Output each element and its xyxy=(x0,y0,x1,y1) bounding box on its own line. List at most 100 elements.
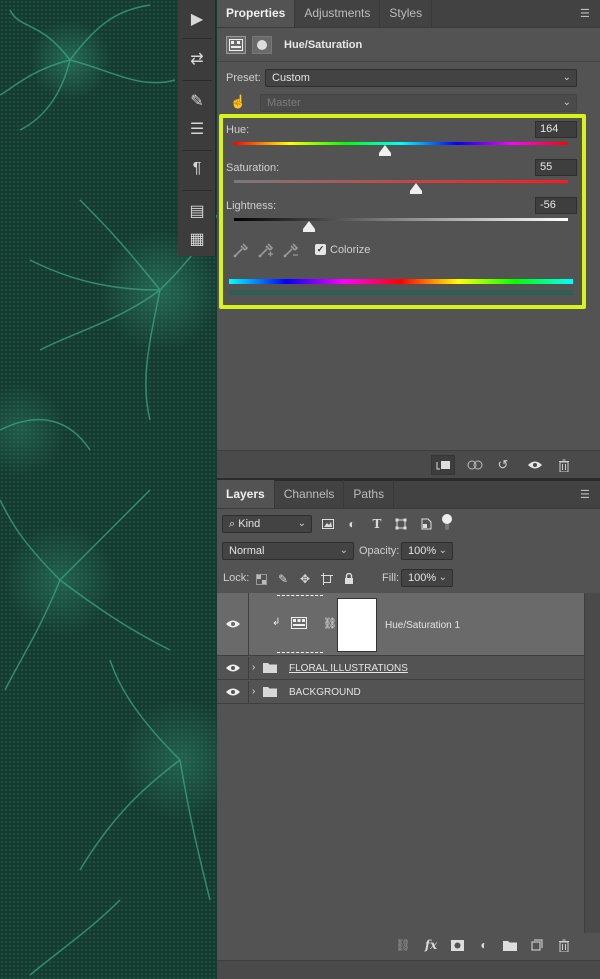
mask-icon[interactable] xyxy=(252,35,272,54)
preset-value: Custom xyxy=(272,72,310,84)
opacity-value: 100% xyxy=(408,545,437,557)
layers-footer: ⛓ fx ◐ xyxy=(217,933,600,957)
filter-shape-icon[interactable] xyxy=(393,516,409,532)
chevron-down-icon: ⌄ xyxy=(297,518,306,529)
colorize-checkbox[interactable]: ✓ xyxy=(315,244,326,255)
hue-saturation-layer-icon xyxy=(291,617,307,632)
layer-row-background[interactable]: › BACKGROUND xyxy=(217,681,584,704)
swap-icon[interactable]: ⇄ xyxy=(186,48,208,70)
hue-saturation-icon xyxy=(229,38,243,51)
fx-layer-style-icon[interactable]: fx xyxy=(423,937,439,953)
divider xyxy=(182,80,212,81)
brush-presets-icon[interactable]: ✎ xyxy=(186,90,208,112)
properties-footer: ↺ xyxy=(217,450,600,478)
chevron-right-icon[interactable]: › xyxy=(252,662,255,673)
saturation-label: Saturation: xyxy=(226,162,280,174)
saturation-slider-track[interactable] xyxy=(234,180,568,183)
channel-select[interactable]: Master ⌄ xyxy=(260,94,577,112)
new-layer-icon[interactable] xyxy=(529,937,545,953)
preset-select[interactable]: Custom ⌄ xyxy=(265,69,577,87)
panel-menu-icon[interactable]: ☰ xyxy=(580,490,592,501)
hue-label: Hue: xyxy=(226,124,250,136)
chevron-down-icon: ⌄ xyxy=(438,572,447,583)
chevron-down-icon: ⌄ xyxy=(339,545,348,556)
tab-styles[interactable]: Styles xyxy=(380,0,433,27)
visibility-eye-icon[interactable] xyxy=(225,687,241,699)
visibility-eye-icon[interactable] xyxy=(225,663,241,675)
lightness-slider-track[interactable] xyxy=(234,218,568,221)
filter-toggle-switch[interactable] xyxy=(442,514,452,532)
output-color-bar xyxy=(229,290,573,295)
filter-kind-select[interactable]: ⌕ Kind ⌄ xyxy=(222,515,312,533)
layer-mask-thumbnail[interactable] xyxy=(337,598,377,652)
lightness-input[interactable]: -56 xyxy=(535,197,577,214)
saturation-input[interactable]: 55 xyxy=(535,159,577,176)
tab-channels[interactable]: Channels xyxy=(275,480,345,508)
chevron-right-icon[interactable]: › xyxy=(252,686,255,697)
adjustments-icon[interactable]: ☰ xyxy=(186,118,208,140)
reset-icon[interactable]: ↺ xyxy=(491,455,515,475)
play-icon[interactable]: ▶ xyxy=(186,8,208,30)
tab-properties[interactable]: Properties xyxy=(217,0,296,27)
divider xyxy=(248,657,249,679)
divider xyxy=(182,150,212,151)
eyedropper-subtract-icon[interactable] xyxy=(281,241,299,259)
lock-transparent-pixels-icon[interactable] xyxy=(253,571,269,587)
clipping-arrow-icon: ↲ xyxy=(272,617,281,628)
lock-all-icon[interactable] xyxy=(341,571,357,587)
search-icon: ⌕ xyxy=(229,518,236,530)
opacity-field[interactable]: 100% ⌄ xyxy=(401,542,453,560)
tab-adjustments[interactable]: Adjustments xyxy=(295,0,381,27)
layer-name[interactable]: BACKGROUND xyxy=(289,687,361,698)
preset-label: Preset: xyxy=(226,72,261,84)
filter-adjustment-icon[interactable]: ◐ xyxy=(344,516,360,532)
new-group-folder-icon[interactable] xyxy=(502,937,518,953)
lock-artboard-icon[interactable] xyxy=(319,571,335,587)
collapsed-panels-strip: ▶ ⇄ ✎ ☰ ¶ ▤ ▦ xyxy=(178,0,216,256)
chevron-down-icon: ⌄ xyxy=(562,97,571,108)
history-icon[interactable]: ▦ xyxy=(186,228,208,250)
bottom-strip xyxy=(217,960,600,979)
panel-menu-icon[interactable]: ☰ xyxy=(580,9,592,20)
notes-icon[interactable]: ▤ xyxy=(186,200,208,222)
filter-kind-value: Kind xyxy=(238,518,261,530)
layers-scrollbar[interactable] xyxy=(584,593,600,933)
filter-pixel-icon[interactable] xyxy=(320,516,336,532)
visibility-eye-icon[interactable] xyxy=(523,455,547,475)
hue-slider-track[interactable] xyxy=(234,142,568,145)
lightness-label: Lightness: xyxy=(226,200,277,212)
link-chain-icon[interactable]: ⛓ xyxy=(323,617,337,630)
lock-position-icon[interactable]: ✥ xyxy=(297,571,313,587)
hue-input[interactable]: 164 xyxy=(535,121,577,138)
delete-layer-trash-icon[interactable] xyxy=(556,937,572,953)
clip-to-layer-icon[interactable] xyxy=(431,455,455,475)
blend-mode-select[interactable]: Normal ⌄ xyxy=(222,542,354,560)
link-layers-icon[interactable]: ⛓ xyxy=(395,937,411,953)
filter-smart-object-icon[interactable] xyxy=(418,516,434,532)
visibility-eye-icon[interactable] xyxy=(225,619,241,631)
eyedropper-icon[interactable] xyxy=(231,241,249,259)
opacity-label: Opacity: xyxy=(359,545,400,557)
add-mask-icon[interactable] xyxy=(449,937,465,953)
eyedropper-add-icon[interactable] xyxy=(256,241,274,259)
layer-row-floral-illustrations[interactable]: › FLORAL ILLUSTRATIONS xyxy=(217,657,584,680)
paragraph-icon[interactable]: ¶ xyxy=(186,158,208,180)
filter-type-icon[interactable]: T xyxy=(369,516,385,532)
layer-row-hue-saturation[interactable]: ↲ ⛓ Hue/Saturation 1 xyxy=(217,593,584,656)
fill-field[interactable]: 100% ⌄ xyxy=(401,569,453,587)
properties-header: Hue/Saturation xyxy=(217,28,600,62)
targeted-adjustment-hand-icon[interactable]: ☝ xyxy=(230,94,246,110)
new-adjustment-layer-icon[interactable]: ◐ xyxy=(476,937,492,953)
delete-trash-icon[interactable] xyxy=(552,455,576,475)
chevron-down-icon: ⌄ xyxy=(438,545,447,556)
blend-mode-value: Normal xyxy=(229,545,265,557)
tab-paths[interactable]: Paths xyxy=(344,480,395,508)
lock-label: Lock: xyxy=(223,572,250,584)
view-previous-state-icon[interactable] xyxy=(463,455,487,475)
tab-layers[interactable]: Layers xyxy=(217,480,275,508)
lock-image-pixels-icon[interactable]: ✎ xyxy=(275,571,291,587)
divider xyxy=(182,38,212,39)
layer-name[interactable]: FLORAL ILLUSTRATIONS xyxy=(289,663,408,674)
adjustment-icon[interactable] xyxy=(226,35,246,54)
layer-name[interactable]: Hue/Saturation 1 xyxy=(385,620,460,631)
